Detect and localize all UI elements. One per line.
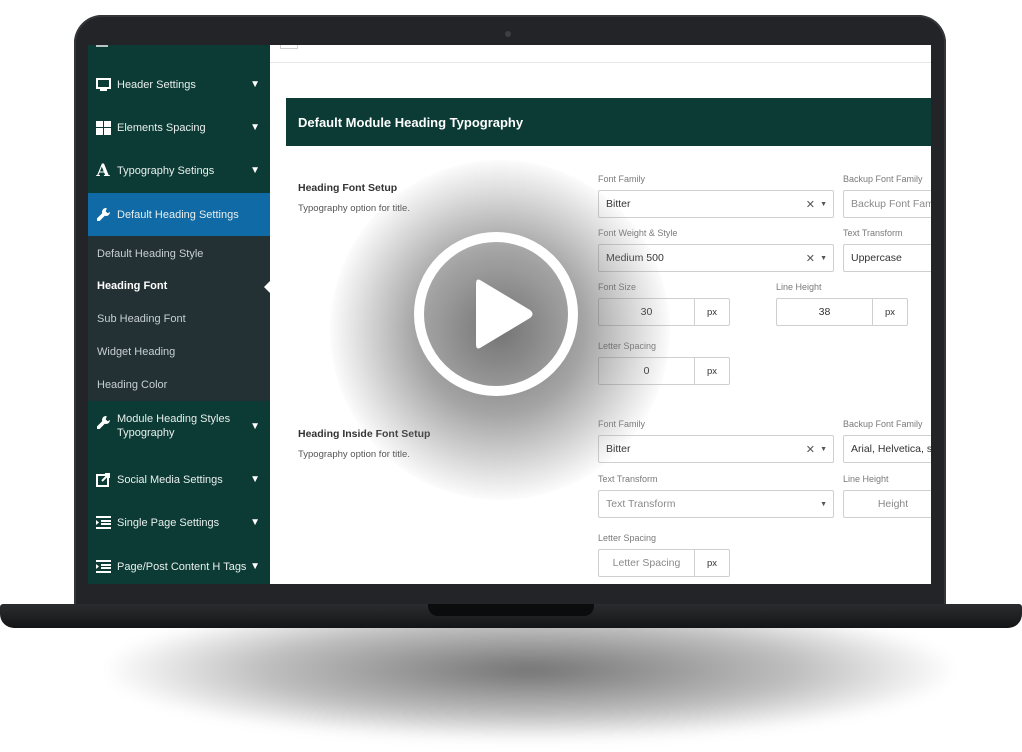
grid-icon: [95, 120, 111, 136]
text-transform-label: Text Transform: [598, 474, 658, 484]
typography-icon: A: [96, 160, 110, 181]
letter-spacing-label: Letter Spacing: [598, 341, 657, 351]
backup-font-input[interactable]: Arial, Helvetica, sans-serif: [843, 435, 931, 463]
cut-off-icon: [96, 45, 108, 47]
backup-font-value: Arial, Helvetica, sans-serif: [851, 443, 931, 455]
text-transform-select[interactable]: Uppercase: [843, 244, 931, 272]
backup-font-label: Backup Font Family: [843, 174, 923, 184]
sidebar-item-elements-spacing[interactable]: Elements Spacing ▼: [88, 106, 270, 149]
chevron-down-icon[interactable]: ▼: [250, 474, 260, 485]
font-family-select[interactable]: Bitter ✕ ▼: [598, 435, 834, 463]
wrench-icon: [95, 207, 111, 223]
font-weight-select[interactable]: Medium 500 ✕ ▼: [598, 244, 834, 272]
letter-spacing-placeholder[interactable]: Letter Spacing: [598, 549, 695, 577]
letter-spacing-unit: px: [695, 549, 730, 577]
sidebar-item-label: Social Media Settings: [117, 473, 223, 486]
list-icon: [95, 515, 111, 531]
wrench-icon: [95, 414, 111, 430]
sidebar-item-label: Single Page Settings: [117, 516, 220, 529]
letter-spacing-label: Letter Spacing: [598, 533, 657, 543]
topbar-tab[interactable]: [280, 45, 298, 49]
section-title: Heading Inside Font Setup: [298, 428, 431, 440]
active-pointer: [264, 280, 271, 294]
letter-spacing-value[interactable]: 0: [598, 357, 695, 385]
laptop-notch: [428, 604, 594, 616]
chevron-down-icon[interactable]: ▼: [250, 421, 260, 432]
letter-spacing-input[interactable]: Letter Spacing px: [598, 549, 730, 577]
submenu-item-heading-color[interactable]: Heading Color: [97, 379, 167, 391]
font-family-label: Font Family: [598, 419, 646, 429]
submenu-item-default-heading-style[interactable]: Default Heading Style: [97, 248, 203, 260]
text-transform-select[interactable]: Text Transform ▼: [598, 490, 834, 518]
font-family-value: Bitter: [606, 198, 631, 210]
line-height-input[interactable]: Height: [843, 490, 931, 518]
clear-icon[interactable]: ✕: [806, 252, 815, 265]
line-height-placeholder: Height: [877, 498, 909, 510]
font-weight-label: Font Weight & Style: [598, 228, 678, 238]
font-family-label: Font Family: [598, 174, 646, 184]
section-title: Heading Font Setup: [298, 182, 398, 194]
section-banner: Default Module Heading Typography: [286, 98, 931, 146]
sidebar-item-typography[interactable]: A Typography Setings ▼: [88, 149, 270, 192]
sidebar-item-label: Page/Post Content H Tags: [117, 560, 247, 573]
sidebar-item-label: Header Settings: [117, 78, 196, 91]
camera-icon: [505, 31, 511, 37]
font-family-value: Bitter: [606, 443, 631, 455]
submenu-item-heading-font[interactable]: Heading Font: [97, 280, 167, 292]
sidebar-item-content-h-tags[interactable]: Page/Post Content H Tags ▼: [88, 545, 270, 584]
line-height-value[interactable]: 38: [776, 298, 873, 326]
sidebar-item-header-settings[interactable]: Header Settings ▼: [88, 63, 270, 106]
caret-down-icon[interactable]: ▼: [820, 446, 827, 453]
section-description: Typography option for title.: [298, 203, 410, 214]
monitor-icon: [95, 77, 111, 93]
line-height-unit: px: [873, 298, 908, 326]
line-height-label: Line Height: [843, 474, 889, 484]
text-transform-value: Uppercase: [851, 252, 902, 264]
text-transform-label: Text Transform: [843, 228, 903, 238]
font-size-input[interactable]: 30 px: [598, 298, 730, 326]
share-icon: [95, 472, 111, 488]
sidebar-item-module-heading[interactable]: Module Heading Styles Typography ▼: [88, 402, 270, 450]
chevron-down-icon[interactable]: ▼: [250, 122, 260, 133]
chevron-down-icon[interactable]: ▼: [250, 561, 260, 572]
caret-down-icon[interactable]: ▼: [820, 201, 827, 208]
clear-icon[interactable]: ✕: [806, 443, 815, 456]
font-size-value[interactable]: 30: [598, 298, 695, 326]
topbar: [270, 45, 931, 63]
play-button[interactable]: [414, 232, 578, 396]
font-size-label: Font Size: [598, 282, 637, 292]
font-family-select[interactable]: Bitter ✕ ▼: [598, 190, 834, 218]
chevron-down-icon[interactable]: ▼: [250, 517, 260, 528]
text-transform-placeholder: Text Transform: [606, 498, 676, 510]
backup-font-label: Backup Font Family: [843, 419, 923, 429]
font-weight-value: Medium 500: [606, 252, 664, 264]
chevron-down-icon[interactable]: ▼: [250, 165, 260, 176]
sidebar-item-label: Default Heading Settings: [117, 208, 239, 221]
font-size-unit: px: [695, 298, 730, 326]
backup-font-placeholder: Backup Font Family: [851, 198, 931, 210]
line-height-input[interactable]: 38 px: [776, 298, 908, 326]
line-height-label: Line Height: [776, 282, 822, 292]
caret-down-icon[interactable]: ▼: [820, 255, 827, 262]
sidebar: Header Settings ▼ Elements Spacing ▼ A T…: [88, 45, 270, 584]
sidebar-item-label: Module Heading Styles Typography: [117, 413, 231, 439]
sidebar-item-label: Typography Setings: [117, 164, 215, 177]
play-icon: [476, 279, 533, 349]
submenu-item-sub-heading-font[interactable]: Sub Heading Font: [97, 313, 186, 325]
sidebar-item-single-page[interactable]: Single Page Settings ▼: [88, 501, 270, 544]
submenu-item-widget-heading[interactable]: Widget Heading: [97, 346, 175, 358]
submenu: Default Heading Style Heading Font Sub H…: [88, 236, 270, 401]
sidebar-item-label: Elements Spacing: [117, 121, 206, 134]
section-description: Typography option for title.: [298, 449, 410, 460]
letter-spacing-input[interactable]: 0 px: [598, 357, 730, 385]
banner-title: Default Module Heading Typography: [298, 114, 524, 130]
chevron-down-icon[interactable]: ▼: [250, 79, 260, 90]
backup-font-input[interactable]: Backup Font Family: [843, 190, 931, 218]
sidebar-item-social-media[interactable]: Social Media Settings ▼: [88, 458, 270, 501]
caret-down-icon[interactable]: ▼: [820, 501, 827, 508]
clear-icon[interactable]: ✕: [806, 198, 815, 211]
list-icon: [95, 559, 111, 575]
sidebar-item-default-heading[interactable]: Default Heading Settings: [88, 193, 270, 236]
letter-spacing-unit: px: [695, 357, 730, 385]
